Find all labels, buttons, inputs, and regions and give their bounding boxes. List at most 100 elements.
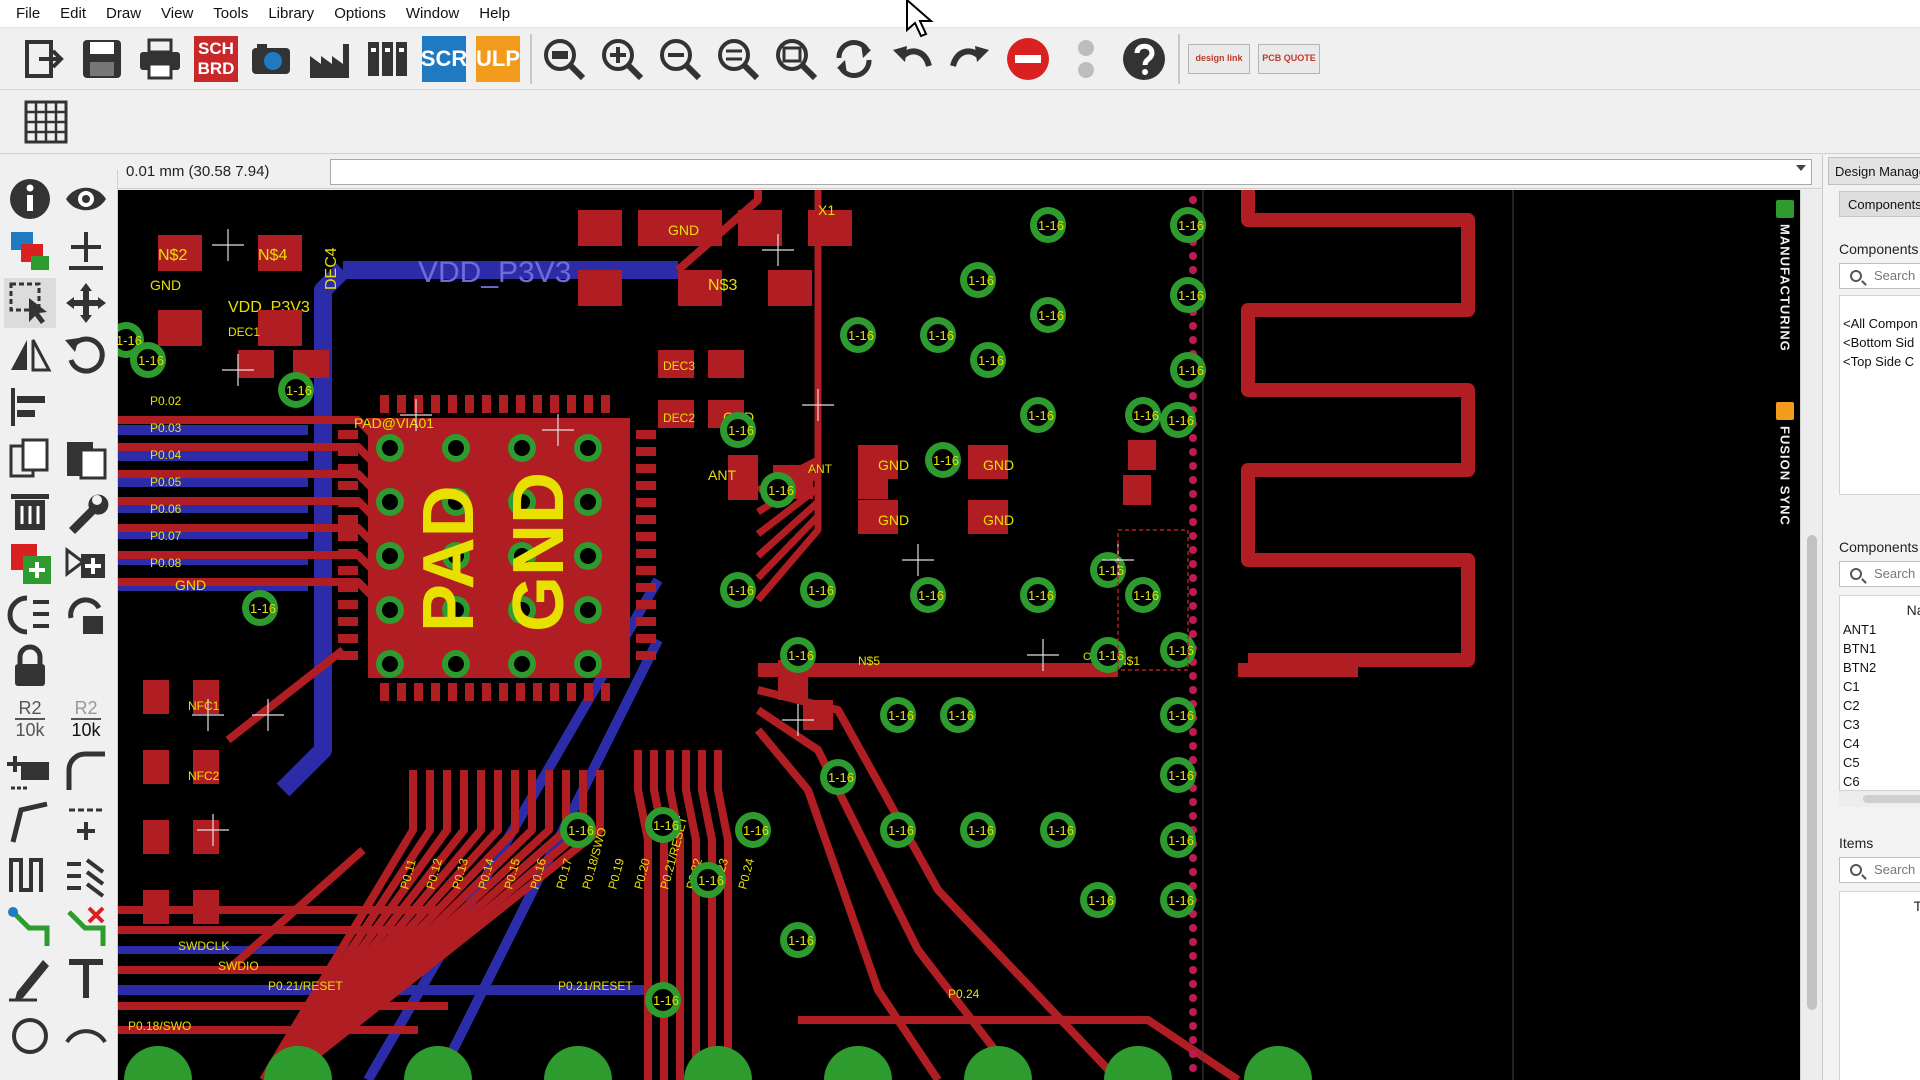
components-filter-search[interactable]: Search [1839, 263, 1920, 289]
circle-tool[interactable] [4, 1006, 56, 1056]
zoom-in-button[interactable] [598, 33, 646, 85]
menu-edit[interactable]: Edit [50, 0, 96, 28]
name-tool[interactable]: R2 10k [4, 694, 56, 744]
copy-tool[interactable] [4, 434, 56, 484]
zoom-previous-button[interactable] [714, 33, 762, 85]
layer-settings-tool[interactable] [4, 226, 56, 276]
text-tool[interactable] [60, 954, 112, 1004]
smash-tool[interactable] [4, 746, 56, 796]
design-link-button[interactable]: design link [1188, 43, 1250, 74]
help-button[interactable] [1120, 33, 1168, 85]
component-row[interactable]: ANT1 [1840, 620, 1920, 639]
show-tool[interactable] [60, 174, 112, 224]
components-search[interactable]: Search [1839, 561, 1920, 587]
menu-tools[interactable]: Tools [203, 0, 258, 28]
zoom-out-button[interactable] [656, 33, 704, 85]
grid-button[interactable] [20, 96, 72, 148]
component-row[interactable]: C4 [1840, 734, 1920, 753]
open-button[interactable] [20, 33, 68, 85]
board-canvas[interactable]: PAD GND PAD@VIA01 VDD_P3V3 VDD_P3V3 N$2 N$4 N$3… [118, 190, 1800, 1080]
stop-button[interactable] [1004, 33, 1052, 85]
components-tab[interactable]: Components [1839, 191, 1920, 217]
mirror-tool[interactable] [4, 330, 56, 380]
miter-tool[interactable] [60, 746, 112, 796]
vertical-scrollbar[interactable] [1800, 190, 1822, 1080]
meander-tool[interactable] [4, 850, 56, 900]
component-row[interactable]: C3 [1840, 715, 1920, 734]
group-tool[interactable] [4, 278, 56, 328]
command-input[interactable] [330, 159, 1812, 185]
gate-swap-tool[interactable] [60, 590, 112, 640]
items-search[interactable]: Search [1839, 857, 1920, 883]
wire-tool[interactable] [4, 954, 56, 1004]
go-button[interactable] [1062, 33, 1110, 85]
print-button[interactable] [136, 33, 184, 85]
horizontal-scrollbar[interactable] [1839, 791, 1920, 807]
zoom-fit-button[interactable] [540, 33, 588, 85]
name-column-header[interactable]: Name [1840, 596, 1920, 620]
split-tool[interactable] [4, 798, 56, 848]
unroute-tool[interactable] [60, 902, 112, 952]
keepout-marker [1189, 546, 1197, 554]
filter-bottom[interactable]: <Bottom Sid [1840, 333, 1920, 352]
search-icon [1850, 270, 1862, 282]
mark-tool[interactable] [60, 226, 112, 276]
menu-draw[interactable]: Draw [96, 0, 151, 28]
undo-button[interactable] [888, 33, 936, 85]
info-tool[interactable] [4, 174, 56, 224]
type-column-header[interactable]: Type [1840, 892, 1920, 916]
zoom-select-button[interactable] [772, 33, 820, 85]
cam-button[interactable] [248, 33, 296, 85]
redraw-button[interactable] [830, 33, 878, 85]
keepout-marker [1189, 518, 1197, 526]
menu-view[interactable]: View [151, 0, 203, 28]
nfc-pad [193, 890, 219, 924]
change-tool[interactable] [60, 486, 112, 536]
component-row[interactable]: C5 [1840, 753, 1920, 772]
component-row[interactable]: C6 [1840, 772, 1920, 790]
pcb-quote-button[interactable]: PCB QUOTE [1258, 43, 1320, 74]
route-tool[interactable] [4, 902, 56, 952]
ulp-button[interactable]: ULP [476, 35, 520, 82]
replace-tool[interactable] [60, 538, 112, 588]
scrollbar-thumb[interactable] [1807, 535, 1817, 1010]
component-row[interactable]: C2 [1840, 696, 1920, 715]
menu-options[interactable]: Options [324, 0, 396, 28]
component-row[interactable]: BTN1 [1840, 639, 1920, 658]
move-tool[interactable] [60, 278, 112, 328]
redo-button[interactable] [946, 33, 994, 85]
optimize-tool[interactable] [60, 798, 112, 848]
via-label: 1-16 [768, 483, 794, 498]
scrollbar-thumb[interactable] [1863, 795, 1920, 803]
lock-tool[interactable] [4, 642, 56, 692]
rotate-tool[interactable] [60, 330, 112, 380]
value-label-left: 10k [15, 718, 45, 740]
menu-window[interactable]: Window [396, 0, 469, 28]
qfn-pin [414, 395, 423, 413]
save-button[interactable] [78, 33, 126, 85]
manufacturing-tab[interactable]: MANUFACTURING [1770, 200, 1800, 352]
menu-library[interactable]: Library [258, 0, 324, 28]
manufacturing-tab-label: MANUFACTURING [1777, 224, 1793, 352]
library-manager-button[interactable] [364, 33, 412, 85]
paste-tool[interactable] [60, 434, 112, 484]
ripup-tool[interactable] [60, 850, 112, 900]
fusion-sync-tab[interactable]: FUSION SYNC [1770, 402, 1800, 526]
component-row[interactable]: BTN2 [1840, 658, 1920, 677]
script-button[interactable]: SCR [421, 35, 467, 82]
value-tool[interactable]: R2 10k [60, 694, 112, 744]
filter-top[interactable]: <Top Side C [1840, 352, 1920, 371]
switch-sch-brd-button[interactable]: SCH BRD [194, 35, 238, 82]
panel-title-tab[interactable]: Design Manager [1828, 157, 1920, 185]
swap-tool[interactable] [4, 590, 56, 640]
menu-file[interactable]: File [6, 0, 50, 28]
delete-tool[interactable] [4, 486, 56, 536]
arc-tool[interactable] [60, 1006, 112, 1056]
add-part-tool[interactable] [4, 538, 56, 588]
chevron-down-icon[interactable] [1796, 165, 1806, 171]
component-row[interactable]: C1 [1840, 677, 1920, 696]
align-tool[interactable] [4, 382, 56, 432]
manufacturing-button[interactable] [306, 33, 354, 85]
filter-all[interactable]: <All Compon [1840, 314, 1920, 333]
menu-help[interactable]: Help [469, 0, 520, 28]
